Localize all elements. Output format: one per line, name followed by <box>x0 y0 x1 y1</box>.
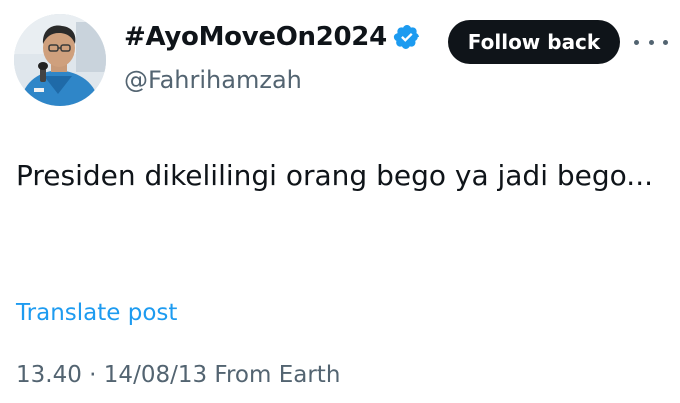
post-date[interactable]: 14/08/13 <box>104 362 207 388</box>
more-dot <box>634 39 639 45</box>
follow-back-button[interactable]: Follow back <box>448 20 620 64</box>
post-meta: 13.40 · 14/08/13 From Earth <box>16 362 340 388</box>
meta-separator: · <box>89 362 97 388</box>
post-source: From Earth <box>214 362 341 388</box>
author-display-name[interactable]: #AyoMoveOn2024 <box>124 22 387 52</box>
post-card: #AyoMoveOn2024 @Fahrihamzah Follow back … <box>0 0 680 403</box>
post-time[interactable]: 13.40 <box>16 362 82 388</box>
more-dot <box>648 39 654 45</box>
post-text: Presiden dikelilingi orang bego ya jadi … <box>16 159 653 192</box>
avatar-photo <box>14 14 106 106</box>
author-handle[interactable]: @Fahrihamzah <box>124 66 302 94</box>
avatar[interactable] <box>14 14 106 106</box>
author-name-row: #AyoMoveOn2024 <box>124 22 421 52</box>
translate-post-link[interactable]: Translate post <box>16 300 177 326</box>
more-options-icon[interactable] <box>634 32 668 52</box>
verified-badge-icon <box>393 23 421 51</box>
more-dot <box>663 39 668 45</box>
